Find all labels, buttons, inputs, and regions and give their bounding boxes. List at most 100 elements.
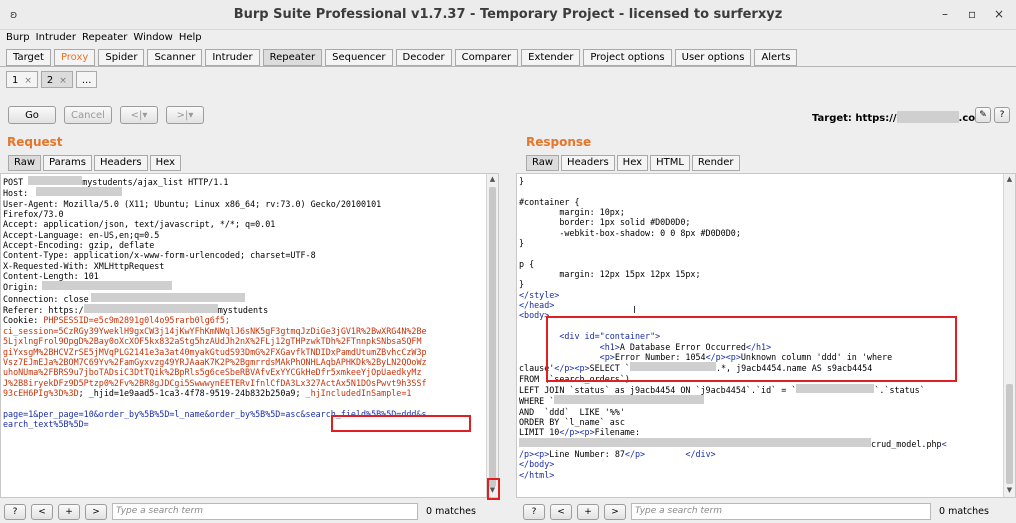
- scroll-thumb[interactable]: [1006, 384, 1013, 484]
- body-params: page=1&per_page=10&order_by%5B%5D=l_name…: [3, 408, 306, 419]
- search-input[interactable]: Type a search term: [631, 503, 931, 520]
- redacted-text: [90, 292, 245, 302]
- response-line: p {: [519, 258, 535, 269]
- forward-button[interactable]: >|▾: [166, 106, 204, 124]
- sql-line: LIMIT 10: [519, 427, 560, 438]
- scroll-up-icon[interactable]: ▲: [1004, 175, 1015, 185]
- response-line: /p><p>: [519, 448, 550, 459]
- tab-user-options[interactable]: User options: [674, 49, 752, 66]
- tab-target[interactable]: Target: [6, 49, 51, 66]
- request-title: Request: [7, 135, 63, 149]
- help-icon[interactable]: ?: [4, 503, 26, 520]
- tab-proxy[interactable]: Proxy: [53, 49, 96, 66]
- header-accept-encoding: Accept-Encoding: gzip, deflate: [3, 240, 155, 251]
- tab-headers[interactable]: Headers: [561, 155, 615, 171]
- menu-repeater[interactable]: Repeater: [79, 30, 130, 43]
- redacted-text: [83, 304, 218, 314]
- tab-hex[interactable]: Hex: [149, 155, 181, 171]
- cookie-value: ci_session=5CzRGy39YweklH9gxCW3j14jKwYFh…: [3, 325, 427, 336]
- redacted-text: [28, 176, 83, 185]
- add-button[interactable]: +: [577, 503, 599, 520]
- tab-comparer[interactable]: Comparer: [454, 49, 519, 66]
- line-number: Line Number: 87: [549, 448, 625, 459]
- tab-headers[interactable]: Headers: [93, 155, 148, 171]
- sql-line: WHERE `: [519, 396, 555, 407]
- tab-params[interactable]: Params: [43, 155, 92, 171]
- highlight-box: [331, 415, 471, 432]
- tab-scanner[interactable]: Scanner: [147, 49, 203, 66]
- new-tab-button[interactable]: ...: [75, 71, 98, 88]
- response-line: </style>: [519, 289, 560, 300]
- tab-decoder[interactable]: Decoder: [395, 49, 452, 66]
- repeater-tab-1[interactable]: 1 ×: [6, 71, 38, 88]
- cancel-button[interactable]: Cancel: [64, 106, 112, 124]
- request-text[interactable]: POST mystudents/ajax_list HTTP/1.1 Host:…: [3, 176, 484, 429]
- highlight-box: [487, 478, 500, 500]
- close-icon[interactable]: ×: [24, 76, 32, 86]
- tab-project-options[interactable]: Project options: [583, 49, 672, 66]
- tab-html[interactable]: HTML: [650, 155, 690, 171]
- redacted-text: [554, 395, 705, 405]
- target-prefix: Target: https://: [812, 113, 897, 124]
- menu-intruder[interactable]: Intruder: [33, 30, 79, 43]
- tab-raw[interactable]: Raw: [526, 155, 560, 171]
- sql-line: AND `ddd` LIKE '%%': [519, 406, 625, 417]
- repeater-tab-label: 1: [12, 75, 19, 86]
- menu-burp[interactable]: Burp: [0, 30, 33, 43]
- help-icon[interactable]: ?: [523, 503, 545, 520]
- close-button[interactable]: ×: [994, 7, 1004, 21]
- help-icon[interactable]: ?: [994, 107, 1010, 123]
- response-scrollbar[interactable]: ▲ ▼: [1003, 174, 1015, 497]
- pencil-icon[interactable]: ✎: [975, 107, 991, 123]
- prev-match-button[interactable]: <: [31, 503, 53, 520]
- request-line: mystudents/ajax_list HTTP/1.1: [82, 177, 229, 187]
- response-line: </p><p>: [559, 427, 595, 438]
- new-tab-label: ...: [81, 75, 92, 86]
- tab-spider[interactable]: Spider: [98, 49, 145, 66]
- maximize-button[interactable]: ▫: [968, 7, 976, 21]
- tab-raw[interactable]: Raw: [8, 155, 42, 171]
- pane-splitter[interactable]: [503, 130, 509, 523]
- header-origin: Origin:: [3, 282, 39, 293]
- scroll-thumb[interactable]: [489, 187, 496, 487]
- scroll-up-icon[interactable]: ▲: [487, 175, 498, 185]
- tab-hex[interactable]: Hex: [616, 155, 649, 171]
- prev-match-button[interactable]: <: [550, 503, 572, 520]
- redacted-text: [796, 383, 875, 393]
- header-content-length: Content-Length: 101: [3, 271, 99, 282]
- menu-help[interactable]: Help: [176, 30, 205, 43]
- response-line: </div>: [685, 448, 716, 459]
- back-button[interactable]: <|▾: [120, 106, 158, 124]
- header-connection: Connection: close: [3, 293, 89, 304]
- next-match-button[interactable]: >: [85, 503, 107, 520]
- search-input[interactable]: Type a search term: [112, 503, 418, 520]
- tab-sequencer[interactable]: Sequencer: [325, 49, 393, 66]
- response-line: </html>: [519, 469, 555, 480]
- tab-extender[interactable]: Extender: [521, 49, 581, 66]
- menu-window[interactable]: Window: [130, 30, 175, 43]
- header-accept: Accept: application/json, text/javascrip…: [3, 219, 276, 230]
- add-button[interactable]: +: [58, 503, 80, 520]
- request-scrollbar[interactable]: ▲ ▼: [486, 174, 498, 497]
- go-button[interactable]: Go: [8, 106, 56, 124]
- header-content-type: Content-Type: application/x-www-form-url…: [3, 250, 316, 261]
- body-params: earch_text%5B%5D=: [3, 418, 89, 429]
- tab-intruder[interactable]: Intruder: [205, 49, 260, 66]
- tab-alerts[interactable]: Alerts: [754, 49, 798, 66]
- sql-line: LEFT JOIN `status` as j9acb4454 ON `j9ac…: [519, 384, 797, 395]
- redacted-text: [36, 187, 123, 197]
- tab-repeater[interactable]: Repeater: [262, 49, 323, 66]
- next-match-button[interactable]: >: [604, 503, 626, 520]
- response-line: </p>: [624, 448, 646, 459]
- repeater-tab-2[interactable]: 2 ×: [40, 71, 73, 88]
- scroll-down-icon[interactable]: ▼: [1004, 486, 1015, 496]
- request-editor[interactable]: POST mystudents/ajax_list HTTP/1.1 Host:…: [0, 173, 499, 498]
- tab-render[interactable]: Render: [691, 155, 740, 171]
- response-line: margin: 10px;: [519, 207, 625, 218]
- header-user-agent-cont: Firefox/73.0: [3, 209, 64, 220]
- match-count: 0 matches: [426, 506, 476, 517]
- close-icon[interactable]: ×: [59, 76, 67, 86]
- header-cookie: Cookie:: [3, 315, 44, 326]
- minimize-button[interactable]: –: [942, 7, 948, 21]
- request-line: POST: [3, 177, 29, 187]
